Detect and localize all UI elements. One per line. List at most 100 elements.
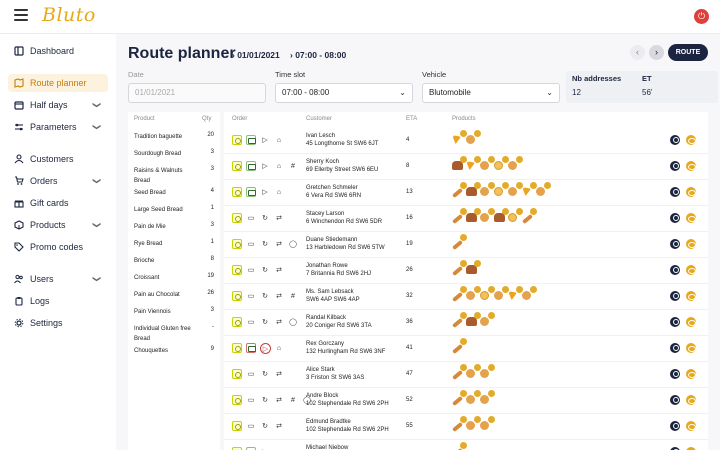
sidebar-item-gift-cards[interactable]: Gift cards xyxy=(8,194,108,212)
card-icon: ▭ xyxy=(247,215,255,222)
eye-icon[interactable] xyxy=(686,317,696,327)
sun-icon xyxy=(232,317,242,327)
croissant-icon xyxy=(536,187,545,196)
map-pin-icon[interactable] xyxy=(670,343,680,353)
swap-icon: ⇄ xyxy=(276,241,282,248)
vehicle-select[interactable]: Blutomobile ⌄ xyxy=(422,83,560,103)
sidebar-item-customers[interactable]: Customers xyxy=(8,150,108,168)
map-pin-icon[interactable] xyxy=(670,395,680,405)
table-row[interactable]: ▷ ⌂ # Sherry Koch 69 Ellerby Street SW6 6EU 8 xyxy=(224,154,708,180)
app-logo[interactable]: Bluto xyxy=(42,4,96,26)
eye-icon[interactable] xyxy=(686,187,696,197)
eye-icon[interactable] xyxy=(686,239,696,249)
table-row[interactable]: ▭ ↻ ⇄ Edmund Bradtke 102 Stephendale Rd SW6 … xyxy=(224,414,708,440)
sliders-icon xyxy=(14,122,24,132)
customer-address: 45 Longthorne St SW6 6JT xyxy=(306,141,379,147)
eye-icon[interactable] xyxy=(686,213,696,223)
sidebar-item-parameters[interactable]: Parameters ❯ xyxy=(8,118,108,136)
qty-header: Qty xyxy=(202,116,212,122)
eta-cell: 47 xyxy=(406,371,413,377)
product-name: Rye Bread xyxy=(134,241,163,247)
eta-cell: 41 xyxy=(406,345,413,351)
customer-cell: Duane Stiedemann 13 Harbledown Rd SW6 5TW xyxy=(306,236,385,252)
sidebar-item-half-days[interactable]: Half days ❯ xyxy=(8,96,108,114)
eye-icon[interactable] xyxy=(686,291,696,301)
eta-cell: 16 xyxy=(406,215,413,221)
eye-icon[interactable] xyxy=(686,395,696,405)
eye-icon[interactable] xyxy=(686,135,696,145)
table-row[interactable]: ▭ ↻ ⇄ Alice Stark 3 Friston St SW6 3AS 47 xyxy=(224,362,708,388)
customer-cell: Ms. Sam Lebsack SW6 4AP SW6 4AP xyxy=(306,288,360,304)
map-pin-icon[interactable] xyxy=(670,291,680,301)
home-icon: ⌂ xyxy=(276,136,282,144)
product-name: Raisins & Walnuts Bread xyxy=(134,168,183,184)
swap-icon: ⇄ xyxy=(276,293,282,300)
eye-icon[interactable] xyxy=(686,369,696,379)
map-pin-icon[interactable] xyxy=(670,265,680,275)
page-title: Route planner xyxy=(128,45,236,62)
quantity-badge-icon xyxy=(488,364,495,371)
sidebar-item-promo-codes[interactable]: Promo codes xyxy=(8,238,108,256)
sidebar-item-label: Promo codes xyxy=(30,242,84,252)
eye-icon[interactable] xyxy=(686,161,696,171)
refresh-icon: ↻ xyxy=(262,371,268,378)
sidebar-item-products[interactable]: Products ❯ xyxy=(8,216,108,234)
customer-address: 20 Coniger Rd SW6 3TA xyxy=(306,323,372,329)
timeslot-select[interactable]: 07:00 - 08:00 ⌄ xyxy=(275,83,413,103)
gift-icon xyxy=(14,198,24,208)
power-icon[interactable]: ⏻ xyxy=(694,9,709,24)
map-pin-icon[interactable] xyxy=(670,213,680,223)
table-row[interactable]: ▷ ⌂ Ivan Lesch 45 Longthorne St SW6 6JT 4 xyxy=(224,128,708,154)
sidebar-item-logs[interactable]: Logs xyxy=(8,292,108,310)
map-pin-icon[interactable] xyxy=(670,187,680,197)
table-row[interactable]: ▭ ↻ ⇄ ◯ Duane Stiedemann 13 Harbledown Rd SW6… xyxy=(224,232,708,258)
quantity-badge-icon xyxy=(460,442,467,449)
table-row[interactable]: ▭ ↻ ⇄ # ◯ Andre Block 102 Stephendale Rd SW6 2… xyxy=(224,388,708,414)
next-button[interactable]: › xyxy=(649,45,664,60)
map-pin-icon[interactable] xyxy=(670,317,680,327)
sidebar-item-label: Orders xyxy=(30,176,58,186)
table-row[interactable]: ▭ ↻ ⇄ ◯ Randal Kilback 20 Coniger Rd SW6 3TA 3… xyxy=(224,310,708,336)
croissant-icon xyxy=(480,421,489,430)
product-qty: 8 xyxy=(210,256,214,262)
chevron-down-icon: ⌄ xyxy=(546,88,553,97)
swap-icon: ⇄ xyxy=(276,371,282,378)
sidebar-item-route-planner[interactable]: Route planner xyxy=(8,74,108,92)
table-row[interactable]: ▭ ↻ ⇄ Stacey Larson 6 Winchendon Rd SW6 5DR 1… xyxy=(224,206,708,232)
table-row[interactable]: ▭ ↻ ⇄ Jonathan Rowe 7 Britannia Rd SW6 2HJ 26 xyxy=(224,258,708,284)
table-row[interactable]: ▭ ↻ ⇄ # Ms. Sam Lebsack SW6 4AP SW6 4AP 32 xyxy=(224,284,708,310)
eye-icon[interactable] xyxy=(686,343,696,353)
refresh-icon: ↻ xyxy=(262,215,268,222)
product-name: Chouquettes xyxy=(134,348,169,354)
sidebar-item-dashboard[interactable]: Dashboard xyxy=(8,42,108,60)
route-button[interactable]: ROUTE xyxy=(668,44,708,61)
sidebar-item-users[interactable]: Users ❯ xyxy=(8,270,108,288)
date-field[interactable]: 01/01/2021 xyxy=(128,83,266,103)
sidebar-item-settings[interactable]: Settings xyxy=(8,314,108,332)
product-name: Pain de Mie xyxy=(134,224,166,230)
table-row[interactable]: ▷⌂Michael Niebow xyxy=(224,440,708,450)
map-pin-icon[interactable] xyxy=(670,421,680,431)
map-pin-icon[interactable] xyxy=(670,239,680,249)
et-label: ET xyxy=(642,74,652,83)
customer-header: Customer xyxy=(306,116,333,122)
gear-icon xyxy=(14,318,24,328)
swap-icon: ⇄ xyxy=(276,215,282,222)
nb-addresses-label: Nb addresses xyxy=(572,74,622,83)
table-row[interactable]: ▷ ⌂ Rex Gorczany 132 Hurlingham Rd SW6 3NF 4… xyxy=(224,336,708,362)
breadcrumb-date: › 01/01/2021 xyxy=(232,50,280,60)
customer-cell: Gretchen Schmeler 6 Vera Rd SW6 6RN xyxy=(306,184,361,200)
map-pin-icon[interactable] xyxy=(670,161,680,171)
product-row: Croissant 19 xyxy=(134,273,218,283)
croissant-icon xyxy=(480,213,489,222)
map-pin-icon[interactable] xyxy=(670,369,680,379)
map-pin-icon[interactable] xyxy=(670,135,680,145)
table-row[interactable]: ▷ ⌂ Gretchen Schmeler 6 Vera Rd SW6 6RN 13 xyxy=(224,180,708,206)
sidebar-item-orders[interactable]: Orders ❯ xyxy=(8,172,108,190)
customer-cell: Edmund Bradtke 102 Stephendale Rd SW6 2PH xyxy=(306,418,389,434)
eye-icon[interactable] xyxy=(686,265,696,275)
customer-cell: Sherry Koch 69 Ellerby Street SW6 6EU xyxy=(306,158,378,174)
prev-button[interactable]: ‹ xyxy=(630,45,645,60)
menu-icon[interactable] xyxy=(14,9,28,21)
eye-icon[interactable] xyxy=(686,421,696,431)
